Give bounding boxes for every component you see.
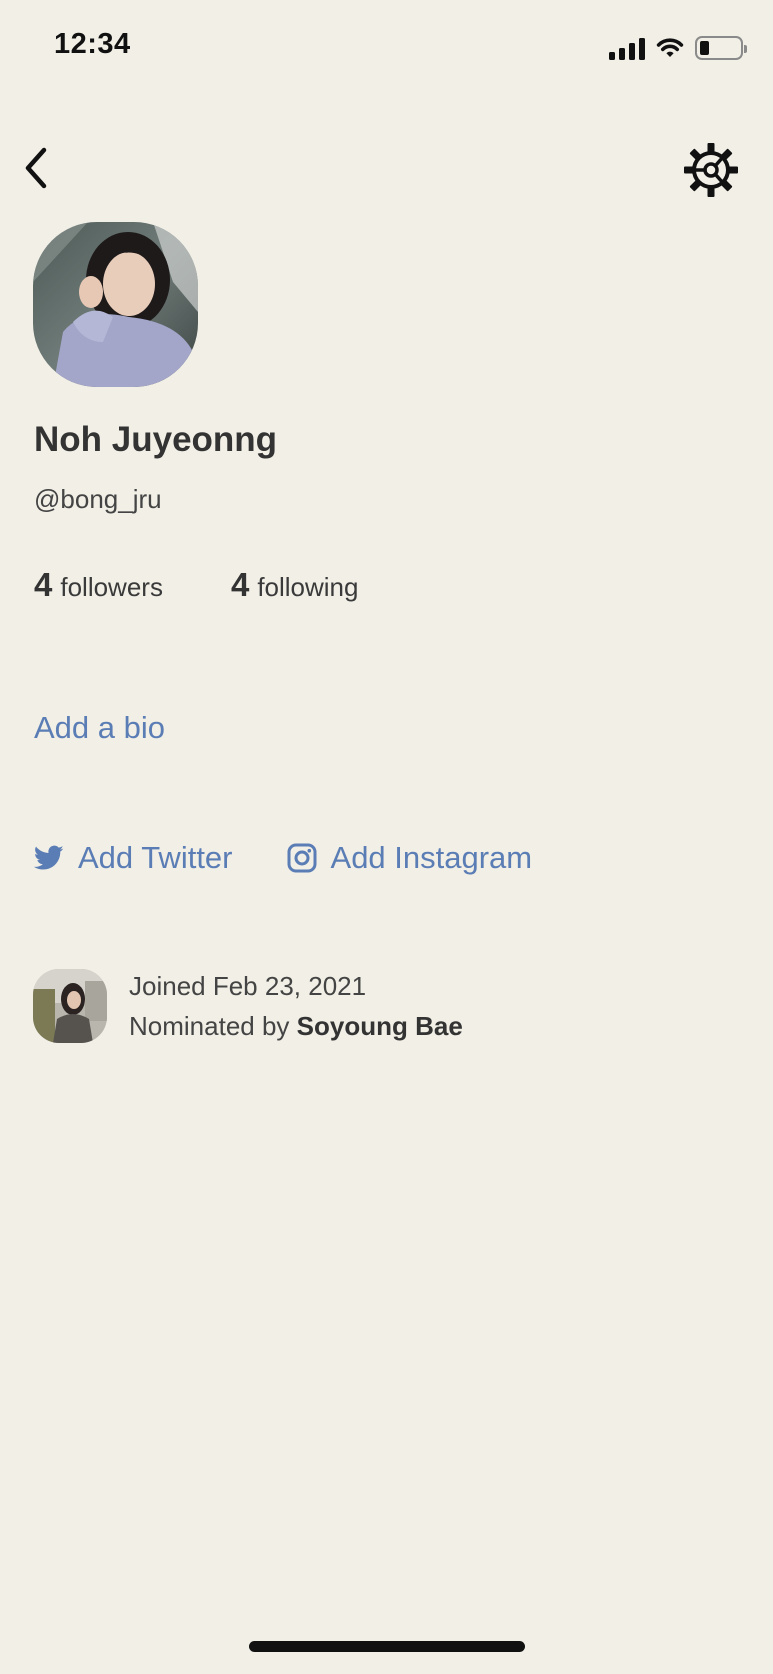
gear-icon <box>684 143 738 197</box>
following-label: following <box>257 572 359 602</box>
nominated-prefix: Nominated by <box>129 1011 290 1041</box>
follow-stats: 4 followers 4 following <box>34 566 358 604</box>
social-links: Add Twitter Add Instagram <box>34 840 532 876</box>
nominated-line: Nominated by Soyoung Bae <box>129 1006 463 1046</box>
followers-count: 4 <box>34 566 53 603</box>
instagram-icon <box>287 843 317 873</box>
followers-stat[interactable]: 4 followers <box>34 566 163 604</box>
twitter-icon <box>34 845 64 870</box>
joined-info: Joined Feb 23, 2021 Nominated by Soyoung… <box>33 966 463 1046</box>
signal-icon <box>609 36 645 60</box>
profile-avatar[interactable] <box>33 222 198 387</box>
following-count: 4 <box>230 566 250 603</box>
settings-button[interactable] <box>681 140 741 200</box>
status-icons <box>609 30 747 66</box>
profile-screen: 12:34 Noh Juyeonng @bong_jru 4 followers… <box>0 0 773 1674</box>
home-indicator[interactable] <box>249 1641 525 1652</box>
joined-date: Joined Feb 23, 2021 <box>129 971 367 1001</box>
wifi-icon <box>656 38 684 57</box>
add-twitter-label: Add Twitter <box>78 840 233 875</box>
back-button[interactable] <box>14 140 58 196</box>
add-instagram-link[interactable]: Add Instagram <box>287 840 533 876</box>
status-time: 12:34 <box>54 28 131 60</box>
profile-name: Noh Juyeonng <box>34 420 278 459</box>
battery-icon <box>695 36 747 60</box>
following-stat[interactable]: 4 following <box>231 566 359 604</box>
chevron-left-icon <box>25 147 47 189</box>
nominator-avatar[interactable] <box>33 969 107 1043</box>
add-twitter-link[interactable]: Add Twitter <box>34 840 233 876</box>
nominator-name-link[interactable]: Soyoung Bae <box>297 1011 463 1041</box>
followers-label: followers <box>60 572 163 602</box>
profile-username: @bong_jru <box>34 484 162 514</box>
add-bio-link[interactable]: Add a bio <box>34 710 165 746</box>
add-instagram-label: Add Instagram <box>330 840 533 875</box>
